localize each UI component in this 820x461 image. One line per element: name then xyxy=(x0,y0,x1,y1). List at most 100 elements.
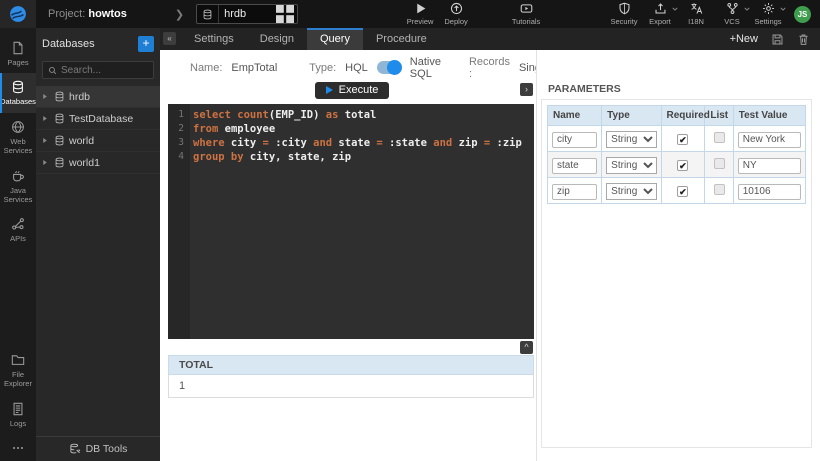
api-icon xyxy=(11,217,25,231)
topbar-action-label: Security xyxy=(610,17,637,26)
param-type-select[interactable]: String xyxy=(606,183,656,200)
expand-caret-icon xyxy=(40,93,50,100)
app-logo[interactable] xyxy=(0,0,36,28)
db-item-hrdb[interactable]: hrdb xyxy=(36,86,160,108)
topbar-action-security[interactable]: Security xyxy=(606,2,642,26)
param-required-checkbox[interactable]: ✔ xyxy=(677,160,688,171)
sidebar-item-databases[interactable]: Databases xyxy=(0,73,36,112)
execute-button[interactable]: Execute xyxy=(315,82,390,99)
db-item-name: TestDatabase xyxy=(69,113,133,125)
collapse-panel-button[interactable]: « xyxy=(163,32,176,45)
sidebar-item-label: Pages xyxy=(6,58,29,67)
param-type-select[interactable]: String xyxy=(606,157,656,174)
param-required-cell: ✔ xyxy=(661,152,705,178)
type-option-hql[interactable]: HQL xyxy=(345,62,368,74)
sql-editor[interactable]: 1select count(EMP_ID) as total2from empl… xyxy=(168,104,534,339)
line-number: 3 xyxy=(168,136,190,150)
results-table: TOTAL 1 xyxy=(168,355,534,398)
db-item-world[interactable]: world xyxy=(36,130,160,152)
sidebar-item-logs[interactable]: Logs xyxy=(0,395,36,434)
video-icon xyxy=(520,2,533,15)
topbar-action-preview[interactable]: Preview xyxy=(402,2,438,26)
shield-icon xyxy=(618,2,631,15)
tab-design[interactable]: Design xyxy=(247,28,307,50)
trash-icon[interactable] xyxy=(797,33,810,46)
parameters-title: PARAMETERS xyxy=(548,83,621,95)
left-rail: Pages Databases Web Services Java Services A… xyxy=(0,28,36,461)
topbar-action-label: VCS xyxy=(724,17,739,26)
name-label: Name: xyxy=(190,62,222,74)
coffee-icon xyxy=(11,169,25,183)
topbar-action-export[interactable]: Export xyxy=(642,2,678,26)
databases-panel: Databases + hrdbTestDatabaseworldworld1 … xyxy=(36,28,160,461)
sidebar-item-label: Databases xyxy=(0,97,37,106)
dots-icon xyxy=(11,441,25,455)
grid-icon[interactable] xyxy=(273,2,297,26)
sidebar-item-more[interactable] xyxy=(0,434,36,461)
search-input[interactable] xyxy=(61,65,145,76)
topbar-action-settings[interactable]: Settings xyxy=(750,2,786,26)
add-database-button[interactable]: + xyxy=(138,36,154,52)
sidebar-item-label: Web Services xyxy=(0,137,36,156)
topbar-action-vcs[interactable]: VCS xyxy=(714,2,750,26)
param-name-input[interactable] xyxy=(552,184,597,200)
sidebar-item-java-services[interactable]: Java Services xyxy=(0,162,36,211)
sidebar-item-pages[interactable]: Pages xyxy=(0,34,36,73)
param-name-input[interactable] xyxy=(552,158,597,174)
param-required-checkbox[interactable]: ✔ xyxy=(677,134,688,145)
database-selector[interactable]: hrdb xyxy=(196,4,298,24)
param-required-checkbox[interactable]: ✔ xyxy=(677,186,688,197)
collapse-results-button[interactable]: ^ xyxy=(520,341,533,354)
new-query-button[interactable]: +New xyxy=(730,33,758,45)
param-list-cell xyxy=(705,126,733,152)
tab-procedure[interactable]: Procedure xyxy=(363,28,440,50)
search-icon xyxy=(48,66,57,75)
expand-caret-icon xyxy=(40,159,50,166)
parameters-pane: PARAMETERS NameTypeRequiredListTest Valu… xyxy=(536,50,820,461)
topbar-right-actions: Security ExportI18N VCS Settings JS xyxy=(606,2,820,26)
tab-query[interactable]: Query xyxy=(307,28,363,50)
type-toggle[interactable] xyxy=(377,61,401,74)
database-icon xyxy=(11,80,25,94)
sidebar-item-label: APIs xyxy=(9,234,27,243)
save-icon[interactable] xyxy=(771,33,784,46)
param-type-select[interactable]: String xyxy=(606,131,656,148)
param-row: String ✔ xyxy=(548,152,806,178)
db-item-world1[interactable]: world1 xyxy=(36,152,160,174)
param-name-input[interactable] xyxy=(552,132,597,148)
param-test-value-input[interactable] xyxy=(738,184,801,200)
param-test-value-input[interactable] xyxy=(738,132,801,148)
logo-icon xyxy=(9,5,27,23)
database-search[interactable] xyxy=(42,61,154,79)
sidebar-item-file-explorer[interactable]: File Explorer xyxy=(0,346,36,395)
query-config-row: Name: EmpTotal Type: HQL Native SQL Reco… xyxy=(190,57,536,78)
play-icon xyxy=(414,2,427,15)
param-test-value-cell xyxy=(733,126,805,152)
sidebar-item-label: Java Services xyxy=(0,186,36,205)
param-test-value-cell xyxy=(733,178,805,204)
param-list-checkbox[interactable] xyxy=(714,158,725,169)
query-name-value: EmpTotal xyxy=(231,62,277,74)
sidebar-item-apis[interactable]: APIs xyxy=(0,210,36,249)
param-row: String ✔ xyxy=(548,126,806,152)
param-list-checkbox[interactable] xyxy=(714,184,725,195)
code-text: select count(EMP_ID) as total xyxy=(190,108,376,122)
topbar-action-deploy[interactable]: Deploy xyxy=(438,2,474,26)
param-test-value-input[interactable] xyxy=(738,158,801,174)
code-line: 2from employee xyxy=(168,122,534,136)
line-number: 2 xyxy=(168,122,190,136)
topbar-action-tutorials[interactable]: Tutorials xyxy=(508,2,544,26)
topbar-action-i18n[interactable]: I18N xyxy=(678,2,714,26)
db-item-TestDatabase[interactable]: TestDatabase xyxy=(36,108,160,130)
tab-settings[interactable]: Settings xyxy=(181,28,247,50)
expand-params-button[interactable]: › xyxy=(520,83,533,96)
type-option-native-sql[interactable]: Native SQL xyxy=(410,56,441,80)
chevron-down-icon xyxy=(780,6,786,12)
sidebar-item-web-services[interactable]: Web Services xyxy=(0,113,36,162)
param-list-checkbox[interactable] xyxy=(714,132,725,143)
db-tools-button[interactable]: DB Tools xyxy=(36,436,160,461)
avatar[interactable]: JS xyxy=(794,6,811,23)
param-test-value-cell xyxy=(733,152,805,178)
param-column-header: Test Value xyxy=(733,106,805,126)
param-list-cell xyxy=(705,178,733,204)
